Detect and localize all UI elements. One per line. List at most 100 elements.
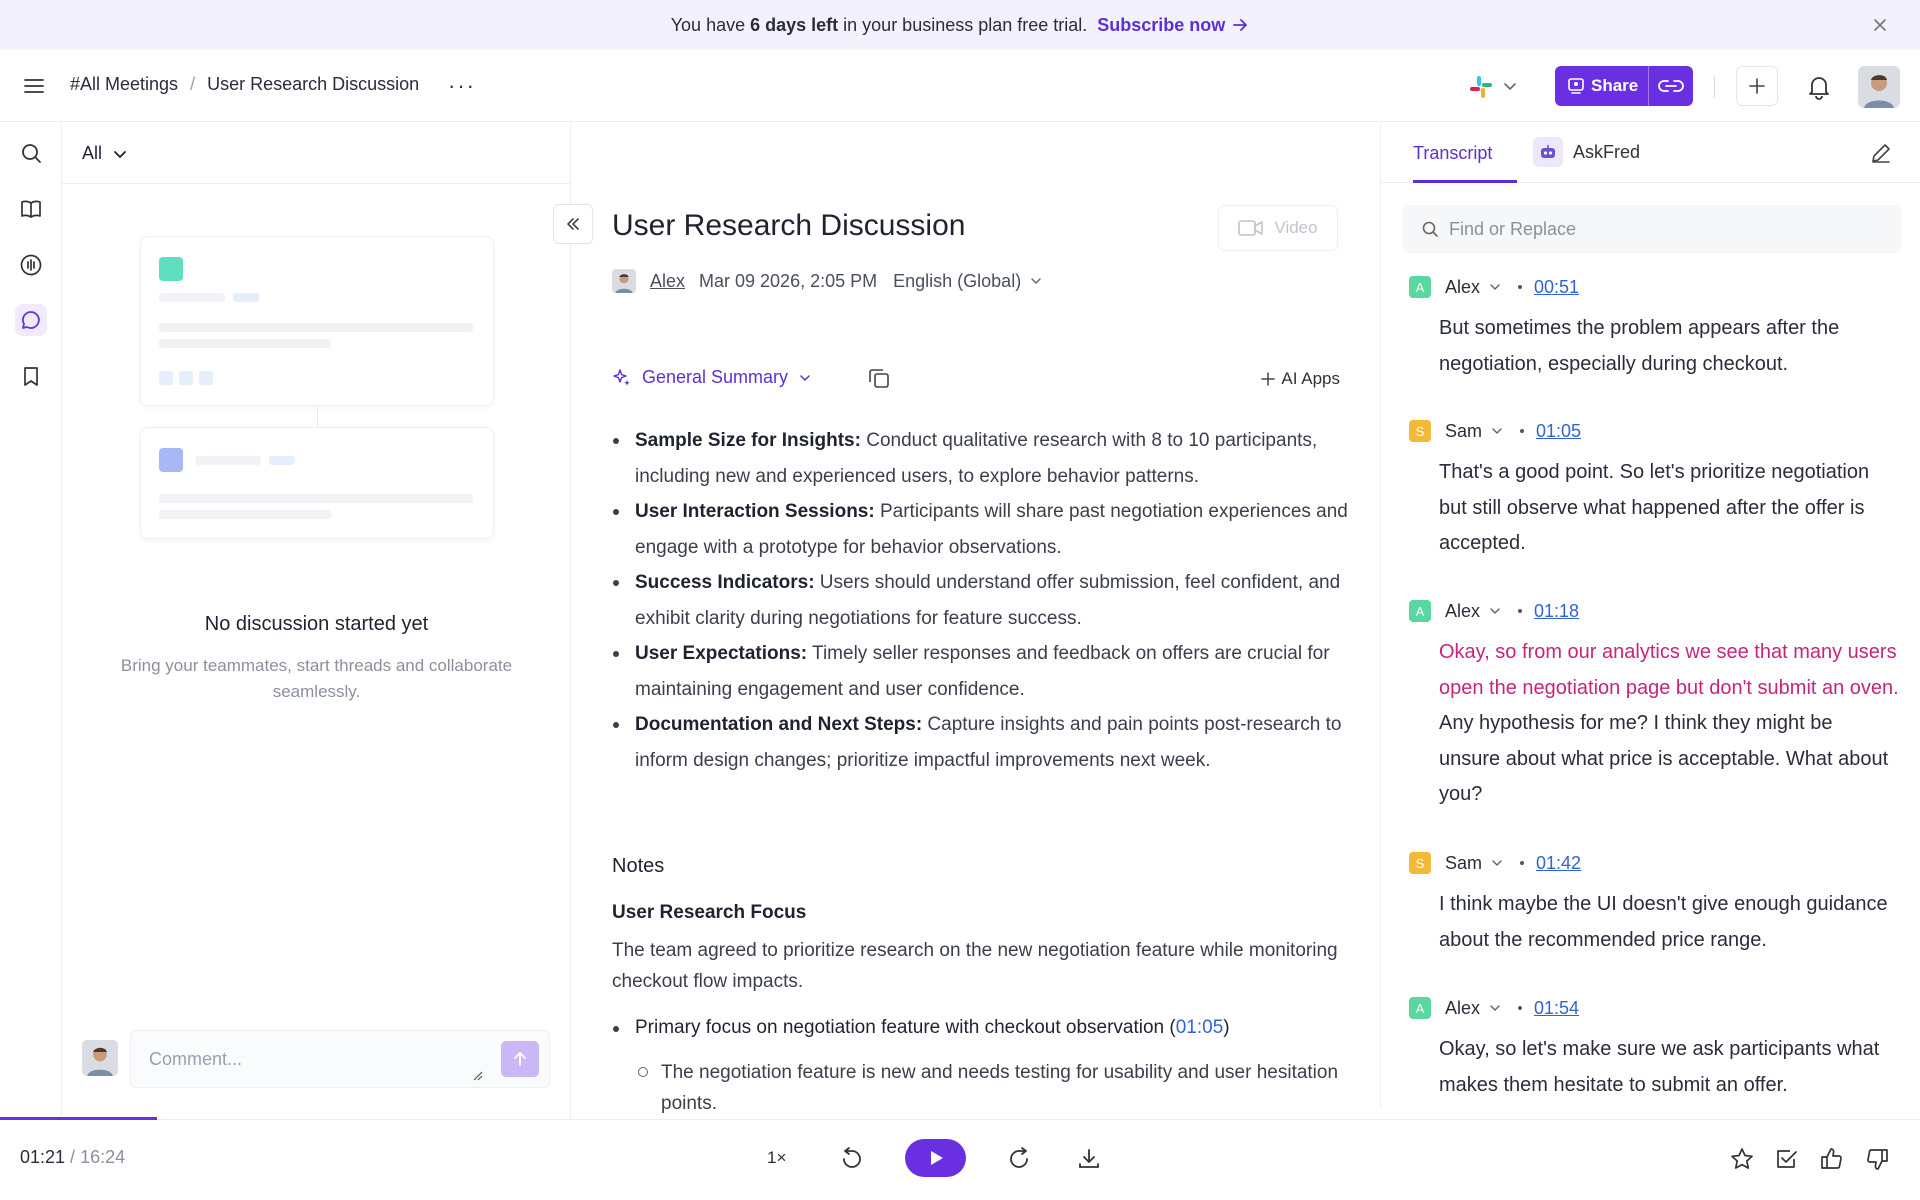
- speaker-name[interactable]: Alex: [1445, 998, 1480, 1019]
- add-button[interactable]: [1736, 66, 1778, 106]
- play-icon: [930, 1151, 943, 1165]
- user-avatar[interactable]: [1858, 66, 1900, 108]
- summary-bullets: Sample Size for Insights: Conduct qualit…: [612, 423, 1352, 778]
- send-comment-button[interactable]: [501, 1041, 539, 1077]
- discussion-filter-dropdown[interactable]: All: [82, 143, 128, 164]
- slack-icon[interactable]: [1468, 74, 1494, 100]
- tab-active-indicator: [1413, 180, 1517, 183]
- chevron-down-icon[interactable]: [1490, 424, 1504, 438]
- link-icon: [1658, 80, 1684, 92]
- timestamp-link[interactable]: 01:05: [1536, 421, 1581, 442]
- speaker-name[interactable]: Alex: [1445, 601, 1480, 622]
- placeholder-card: [140, 427, 494, 539]
- transcript-text: I think maybe the UI doesn't give enough…: [1439, 893, 1888, 951]
- speaker-name[interactable]: Sam: [1445, 421, 1482, 442]
- video-button[interactable]: Video: [1218, 205, 1338, 251]
- copy-link-button[interactable]: [1649, 78, 1693, 94]
- transcript-entry: A Alex 01:54 Okay, so let's make sure we…: [1409, 996, 1899, 1103]
- add-task-button[interactable]: [1772, 1144, 1802, 1174]
- share-button[interactable]: Share: [1555, 66, 1693, 106]
- meeting-meta: Alex Mar 09 2026, 2:05 PM English (Globa…: [612, 269, 1043, 293]
- icon-rail: [0, 123, 62, 1119]
- speaker-name[interactable]: Sam: [1445, 853, 1482, 874]
- chevron-down-icon[interactable]: [1488, 1001, 1502, 1015]
- rewind-button[interactable]: [837, 1144, 867, 1174]
- timestamp-link[interactable]: 01:42: [1536, 853, 1581, 874]
- commenter-avatar: [82, 1040, 118, 1076]
- trial-banner: You have 6 days left in your business pl…: [0, 0, 1920, 50]
- meeting-summary: User Research Discussion Video Alex Mar …: [572, 123, 1380, 1119]
- rail-library[interactable]: [15, 193, 47, 225]
- close-icon: [1874, 19, 1886, 31]
- more-options-button[interactable]: ···: [448, 73, 476, 99]
- chevron-down-icon[interactable]: [1502, 78, 1518, 94]
- placeholder-swatch: [159, 257, 183, 281]
- summary-toolbar: General Summary AI Apps: [612, 365, 1340, 395]
- download-button[interactable]: [1074, 1144, 1104, 1174]
- placeholder-card: [140, 236, 494, 406]
- rail-search[interactable]: [15, 137, 47, 169]
- menu-button[interactable]: [22, 74, 46, 98]
- total-time: 16:24: [80, 1147, 126, 1167]
- empty-state-title: No discussion started yet: [204, 613, 429, 635]
- play-button[interactable]: [905, 1139, 966, 1177]
- transcript-entry: A Alex 01:18 Okay, so from our analytics…: [1409, 599, 1899, 813]
- rail-bookmarks[interactable]: [15, 360, 47, 392]
- current-time: 01:21: [20, 1147, 66, 1167]
- share-label: Share: [1591, 76, 1639, 95]
- time-separator: /: [65, 1147, 81, 1167]
- ai-apps-button[interactable]: AI Apps: [1261, 369, 1340, 389]
- focus-timestamp-link[interactable]: 01:05: [1176, 1017, 1224, 1038]
- edit-transcript-button[interactable]: [1869, 141, 1895, 167]
- summary-type-label: General Summary: [642, 367, 789, 387]
- notes-heading: Notes: [612, 855, 665, 877]
- search-icon: [1422, 221, 1438, 237]
- summary-type-dropdown[interactable]: General Summary: [612, 367, 812, 388]
- tab-transcript[interactable]: Transcript: [1413, 143, 1492, 164]
- banner-text-before: You have: [670, 14, 746, 35]
- transcript-text: But sometimes the problem appears after …: [1439, 317, 1840, 375]
- bookmark-icon: [24, 367, 38, 386]
- thumbs-up-button[interactable]: [1817, 1144, 1847, 1174]
- chevron-down-icon[interactable]: [1488, 280, 1502, 294]
- bell-icon: [1809, 77, 1829, 100]
- copy-summary-button[interactable]: [866, 365, 894, 393]
- sparkle-icon: [613, 368, 630, 386]
- close-banner-button[interactable]: [1868, 13, 1892, 37]
- rail-discussions[interactable]: [15, 304, 47, 336]
- comment-input[interactable]: Comment...: [130, 1030, 550, 1088]
- subscribe-link[interactable]: Subscribe now: [1097, 15, 1249, 36]
- playback-progress-bar[interactable]: [0, 1117, 158, 1120]
- timestamp-link[interactable]: 01:18: [1534, 601, 1579, 622]
- chevron-down-icon[interactable]: [1488, 604, 1502, 618]
- speaker-name[interactable]: Alex: [1445, 277, 1480, 298]
- find-replace-input[interactable]: Find or Replace: [1403, 205, 1901, 253]
- thumbs-down-button[interactable]: [1862, 1144, 1892, 1174]
- empty-state-subtitle: Bring your teammates, start threads and …: [120, 656, 513, 701]
- placeholder-dot: [179, 371, 193, 385]
- rail-audio[interactable]: [15, 249, 47, 281]
- author-avatar: [612, 269, 636, 293]
- share-label-area[interactable]: Share: [1555, 66, 1649, 106]
- banner-days-left: 6 days left: [750, 14, 839, 35]
- meeting-date: Mar 09 2026, 2:05 PM: [699, 270, 878, 291]
- timestamp-link[interactable]: 01:54: [1534, 998, 1579, 1019]
- summary-bullet: Documentation and Next Steps: Capture in…: [612, 707, 1352, 778]
- playback-speed-button[interactable]: 1×: [767, 1148, 786, 1168]
- bullet-term: Success Indicators:: [635, 572, 815, 593]
- playback-time: 01:21 / 16:24: [20, 1147, 125, 1168]
- speaker-badge: A: [1409, 997, 1431, 1019]
- tab-askfred[interactable]: AskFred: [1533, 137, 1640, 167]
- language-dropdown[interactable]: English (Global): [893, 271, 1043, 292]
- timestamp-link[interactable]: 00:51: [1534, 277, 1579, 298]
- favorite-button[interactable]: [1727, 1144, 1757, 1174]
- language-label: English (Global): [893, 270, 1022, 291]
- forward-button[interactable]: [1004, 1144, 1034, 1174]
- resize-handle-icon[interactable]: [473, 1071, 483, 1081]
- breadcrumb-all-meetings[interactable]: #All Meetings: [70, 74, 178, 95]
- bullet-term: Documentation and Next Steps:: [635, 714, 923, 735]
- notifications-button[interactable]: [1806, 74, 1832, 100]
- author-link[interactable]: Alex: [650, 271, 685, 292]
- placeholder-line: [269, 456, 295, 465]
- chevron-down-icon[interactable]: [1490, 856, 1504, 870]
